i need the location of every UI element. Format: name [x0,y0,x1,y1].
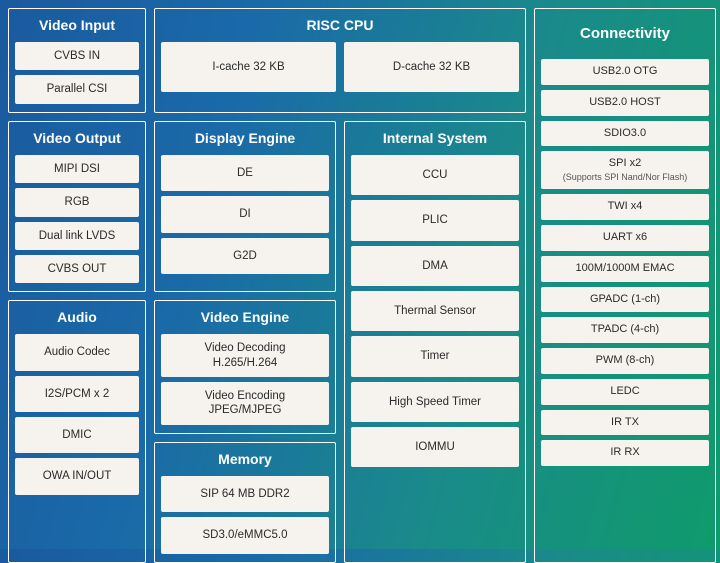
video-input-block: Video Input CVBS IN Parallel CSI [8,8,146,113]
video-input-item: CVBS IN [15,42,139,70]
internal-system-item: CCU [351,155,519,195]
connectivity-item: 100M/1000M EMAC [541,256,709,282]
connectivity-item: IR RX [541,440,709,466]
memory-title: Memory [161,449,329,471]
display-engine-item: DE [161,155,329,191]
connectivity-item: USB2.0 OTG [541,59,709,85]
connectivity-item-spi: SPI x2(Supports SPI Nand/Nor Flash) [541,151,709,189]
display-engine-block: Display Engine DE DI G2D [154,121,336,293]
display-engine-title: Display Engine [161,128,329,150]
risc-cpu-block: RISC CPU I-cache 32 KB D-cache 32 KB [154,8,526,113]
video-input-item: Parallel CSI [15,75,139,103]
audio-item: OWA IN/OUT [15,458,139,494]
internal-system-item: High Speed Timer [351,382,519,422]
video-engine-block: Video Engine Video DecodingH.265/H.264 V… [154,300,336,434]
memory-item: SIP 64 MB DDR2 [161,476,329,512]
video-encoding-item: Video EncodingJPEG/MJPEG [161,382,329,425]
video-output-block: Video Output MIPI DSI RGB Dual link LVDS… [8,121,146,293]
video-output-item: MIPI DSI [15,155,139,183]
video-output-item: Dual link LVDS [15,222,139,250]
internal-system-title: Internal System [351,128,519,150]
audio-title: Audio [15,307,139,329]
internal-system-item: Thermal Sensor [351,291,519,331]
connectivity-block: Connectivity USB2.0 OTG USB2.0 HOST SDIO… [534,8,716,563]
video-input-title: Video Input [15,15,139,37]
audio-item: Audio Codec [15,334,139,370]
display-engine-item: DI [161,196,329,232]
connectivity-item: IR TX [541,410,709,436]
connectivity-item: LEDC [541,379,709,405]
display-engine-item: G2D [161,238,329,274]
internal-system-item: Timer [351,336,519,376]
video-output-item: RGB [15,188,139,216]
memory-item: SD3.0/eMMC5.0 [161,517,329,553]
video-output-item: CVBS OUT [15,255,139,283]
audio-block: Audio Audio Codec I2S/PCM x 2 DMIC OWA I… [8,300,146,562]
connectivity-item: USB2.0 HOST [541,90,709,116]
internal-system-item: PLIC [351,200,519,240]
internal-system-block: Internal System CCU PLIC DMA Thermal Sen… [344,121,526,563]
video-output-title: Video Output [15,128,139,150]
risc-cpu-title: RISC CPU [161,15,519,37]
connectivity-item: GPADC (1-ch) [541,287,709,313]
connectivity-item: TWI x4 [541,194,709,220]
connectivity-item: UART x6 [541,225,709,251]
connectivity-item: SDIO3.0 [541,121,709,147]
icache-item: I-cache 32 KB [161,42,336,92]
internal-system-item: DMA [351,246,519,286]
soc-block-diagram: Video Input CVBS IN Parallel CSI RISC CP… [8,8,712,541]
video-decoding-item: Video DecodingH.265/H.264 [161,334,329,377]
memory-block: Memory SIP 64 MB DDR2 SD3.0/eMMC5.0 [154,442,336,563]
audio-item: I2S/PCM x 2 [15,376,139,412]
connectivity-item: PWM (8-ch) [541,348,709,374]
connectivity-title: Connectivity [541,15,709,54]
audio-item: DMIC [15,417,139,453]
connectivity-item: TPADC (4-ch) [541,317,709,343]
video-engine-title: Video Engine [161,307,329,329]
dcache-item: D-cache 32 KB [344,42,519,92]
internal-system-item: IOMMU [351,427,519,467]
